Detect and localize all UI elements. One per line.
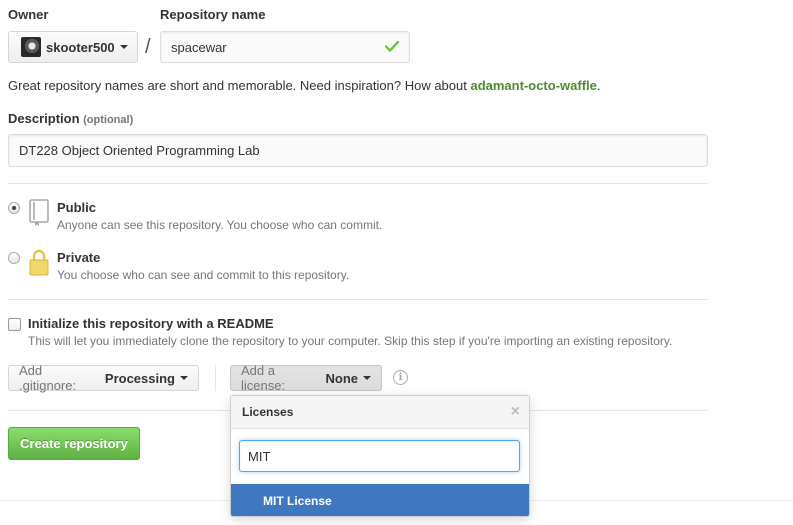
check-icon: [384, 40, 400, 52]
license-item-mit[interactable]: MIT License: [231, 484, 529, 516]
public-title: Public: [57, 200, 97, 215]
description-input[interactable]: [8, 134, 708, 167]
readme-checkbox[interactable]: [8, 318, 21, 331]
divider: [8, 299, 708, 300]
close-icon[interactable]: ×: [511, 403, 520, 421]
private-radio[interactable]: [8, 252, 20, 264]
private-title: Private: [57, 250, 101, 265]
repo-name-input[interactable]: [160, 31, 410, 63]
chevron-down-icon: [119, 45, 128, 49]
divider: [215, 365, 216, 391]
create-repository-button[interactable]: Create repository: [8, 427, 140, 460]
license-popup: Licenses × MIT License: [230, 395, 530, 517]
avatar: [21, 37, 41, 57]
chevron-down-icon: [180, 376, 188, 380]
chevron-down-icon: [363, 376, 371, 380]
divider: [8, 183, 708, 184]
repo-book-icon: [29, 199, 49, 226]
repo-name-label: Repository name: [160, 7, 266, 22]
license-select[interactable]: Add a license: None: [230, 363, 382, 393]
suggestion-link[interactable]: adamant-octo-waffle: [470, 78, 596, 93]
owner-repo-separator: /: [145, 36, 151, 58]
repo-name-hint: Great repository names are short and mem…: [8, 78, 601, 93]
license-popup-header: Licenses ×: [231, 396, 529, 429]
info-icon[interactable]: i: [393, 370, 408, 385]
license-popup-title: Licenses: [242, 405, 294, 419]
owner-dropdown[interactable]: skooter500: [8, 31, 138, 63]
private-description: You choose who can see and commit to thi…: [57, 268, 350, 282]
public-description: Anyone can see this repository. You choo…: [57, 218, 383, 232]
public-radio[interactable]: [8, 202, 20, 214]
license-filter-input[interactable]: [239, 440, 520, 472]
readme-description: This will let you immediately clone the …: [28, 334, 673, 348]
owner-name: skooter500: [46, 39, 115, 55]
gitignore-select[interactable]: Add .gitignore: Processing: [8, 363, 199, 393]
description-label: Description (optional): [8, 111, 134, 126]
readme-label[interactable]: Initialize this repository with a README: [28, 316, 274, 331]
owner-label: Owner: [8, 7, 49, 22]
lock-icon: [29, 249, 49, 276]
